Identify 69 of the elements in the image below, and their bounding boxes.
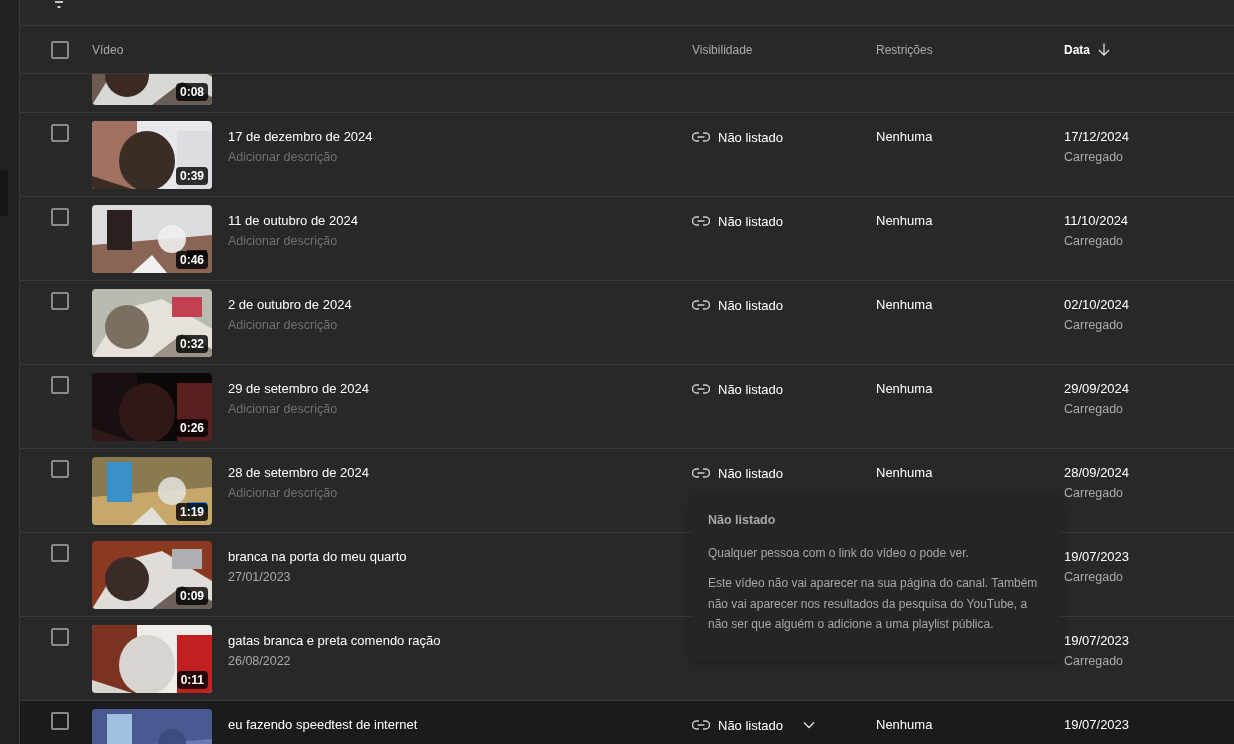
- upload-date: 11/10/2024: [1064, 213, 1129, 229]
- upload-date: 19/07/2023: [1064, 549, 1130, 565]
- duration-label: 1:19: [175, 503, 208, 521]
- visibility-dropdown[interactable]: Não listado: [692, 381, 784, 397]
- upload-date: 17/12/2024: [1064, 129, 1130, 145]
- visibility-dropdown[interactable]: Não listado: [692, 297, 784, 313]
- restrictions-label: Nenhuma: [876, 129, 933, 145]
- upload-status: Carregado: [1064, 653, 1124, 669]
- duration-label: 0:46: [175, 251, 208, 269]
- checkbox[interactable]: [51, 376, 69, 394]
- tooltip-title: Não listado: [708, 512, 777, 529]
- checkbox[interactable]: [51, 628, 69, 646]
- video-description: 27/01/2023: [228, 569, 291, 585]
- upload-status: Carregado: [1064, 569, 1124, 585]
- upload-status: Carregado: [1064, 317, 1124, 333]
- video-title[interactable]: 2 de outubro de 2024: [228, 297, 352, 313]
- tooltip-text: Este vídeo não vai aparecer na sua página do canal. Também não vai aparecer nos resultados da pesquisa do YouTube, a não ser que alguém o adicione a uma playlist pública.: [708, 575, 1039, 633]
- arrow-down-icon: [1098, 43, 1110, 56]
- checkbox[interactable]: [51, 208, 69, 226]
- visibility-dropdown[interactable]: Não listado: [692, 129, 784, 145]
- checkbox[interactable]: [51, 712, 69, 730]
- upload-status: Carregado: [1064, 149, 1124, 165]
- link-icon: [692, 300, 710, 310]
- duration-label: 0:09: [175, 587, 208, 605]
- upload-date: 19/07/2023: [1064, 717, 1130, 733]
- restrictions-label: Nenhuma: [876, 381, 933, 397]
- link-icon: [692, 468, 710, 478]
- video-title[interactable]: 11 de outubro de 2024: [228, 213, 358, 229]
- restrictions-label: Nenhuma: [876, 465, 933, 481]
- column-header[interactable]: Data: [1064, 42, 1234, 57]
- link-icon: [692, 216, 710, 226]
- link-icon: [692, 384, 710, 394]
- video-description: 26/08/2022: [228, 653, 291, 669]
- visibility-dropdown[interactable]: Não listado: [692, 213, 784, 229]
- column-header[interactable]: Visibilidade: [692, 42, 876, 57]
- visibility-dropdown[interactable]: Não listado: [692, 465, 784, 481]
- video-title[interactable]: eu fazendo speedtest de internet: [228, 717, 418, 733]
- duration-label: 0:32: [175, 335, 208, 353]
- duration-label: 0:11: [176, 671, 208, 689]
- checkbox[interactable]: [51, 124, 69, 142]
- video-title[interactable]: 17 de dezembro de 2024: [228, 129, 373, 145]
- duration-label: 0:26: [175, 419, 208, 437]
- video-title[interactable]: branca na porta do meu quarto: [228, 549, 407, 565]
- restrictions-label: Nenhuma: [876, 213, 933, 229]
- upload-status: Carregado: [1064, 233, 1124, 249]
- visibility-dropdown[interactable]: Não listado: [692, 717, 816, 733]
- restrictions-label: Nenhuma: [876, 297, 933, 313]
- duration-label: 0:08: [175, 83, 208, 101]
- select-all-checkbox[interactable]: [51, 40, 69, 59]
- upload-date: 28/09/2024: [1064, 465, 1130, 481]
- chevron-down-icon[interactable]: [803, 721, 816, 729]
- upload-date: 19/07/2023: [1064, 633, 1130, 649]
- checkbox[interactable]: [51, 292, 69, 310]
- link-icon: [692, 720, 710, 730]
- checkbox[interactable]: [51, 460, 69, 478]
- upload-status: Carregado: [1064, 485, 1124, 501]
- video-title[interactable]: 29 de setembro de 2024: [228, 381, 369, 397]
- upload-date: 02/10/2024: [1064, 297, 1130, 313]
- checkbox[interactable]: [51, 544, 69, 562]
- upload-status: Carregado: [1064, 401, 1124, 417]
- video-title[interactable]: gatas branca e preta comendo ração: [228, 633, 441, 649]
- upload-date: 29/09/2024: [1064, 381, 1130, 397]
- column-header[interactable]: Restrições: [876, 42, 1064, 57]
- tooltip-text: Qualquer pessoa com o link do vídeo o pode ver.: [708, 544, 969, 562]
- video-title[interactable]: 28 de setembro de 2024: [228, 465, 369, 481]
- column-header[interactable]: Vídeo: [92, 42, 692, 57]
- restrictions-label: Nenhuma: [876, 717, 933, 733]
- link-icon: [692, 132, 710, 142]
- duration-label: 0:39: [175, 167, 208, 185]
